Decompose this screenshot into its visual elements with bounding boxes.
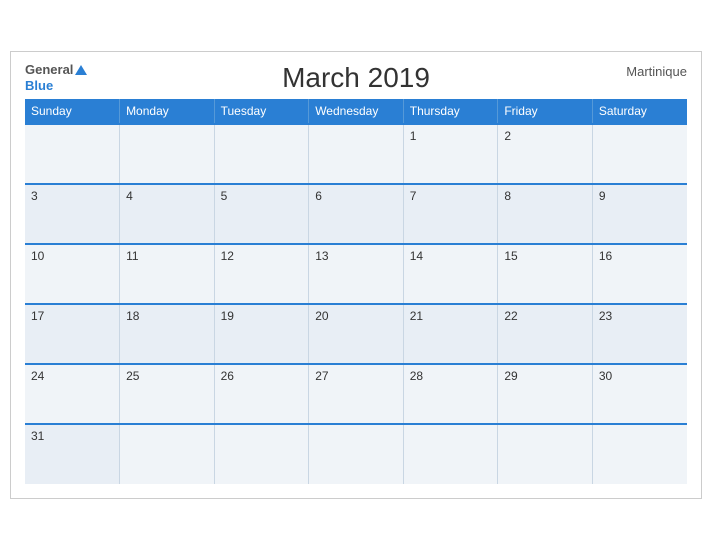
calendar-cell: 21	[403, 304, 498, 364]
calendar-cell: 12	[214, 244, 309, 304]
calendar-cell: 30	[592, 364, 687, 424]
calendar-cell	[498, 424, 593, 484]
calendar-week-row: 31	[25, 424, 687, 484]
calendar-cell	[309, 424, 404, 484]
calendar-grid: SundayMondayTuesdayWednesdayThursdayFrid…	[25, 99, 687, 484]
calendar-cell: 19	[214, 304, 309, 364]
calendar-cell	[120, 424, 215, 484]
weekday-header-sunday: Sunday	[25, 99, 120, 124]
weekday-header-row: SundayMondayTuesdayWednesdayThursdayFrid…	[25, 99, 687, 124]
day-number: 2	[504, 129, 511, 143]
calendar-cell: 13	[309, 244, 404, 304]
calendar-cell: 9	[592, 184, 687, 244]
calendar-cell: 14	[403, 244, 498, 304]
day-number: 14	[410, 249, 423, 263]
calendar-cell: 29	[498, 364, 593, 424]
calendar-cell: 17	[25, 304, 120, 364]
day-number: 26	[221, 369, 234, 383]
calendar-cell: 7	[403, 184, 498, 244]
day-number: 10	[31, 249, 44, 263]
calendar-cell: 3	[25, 184, 120, 244]
calendar-cell	[592, 424, 687, 484]
calendar-cell: 22	[498, 304, 593, 364]
day-number: 27	[315, 369, 328, 383]
weekday-header-saturday: Saturday	[592, 99, 687, 124]
calendar-cell: 8	[498, 184, 593, 244]
day-number: 17	[31, 309, 44, 323]
day-number: 6	[315, 189, 322, 203]
calendar-cell: 16	[592, 244, 687, 304]
calendar-cell	[309, 124, 404, 184]
calendar-week-row: 17 18 19 20 21 22 23	[25, 304, 687, 364]
calendar-cell: 18	[120, 304, 215, 364]
calendar-cell	[592, 124, 687, 184]
day-number: 28	[410, 369, 423, 383]
day-number: 8	[504, 189, 511, 203]
calendar-week-row: 12	[25, 124, 687, 184]
weekday-header-monday: Monday	[120, 99, 215, 124]
calendar-cell	[25, 124, 120, 184]
calendar-cell: 2	[498, 124, 593, 184]
day-number: 5	[221, 189, 228, 203]
region-label: Martinique	[626, 64, 687, 79]
brand-general: General	[25, 62, 87, 78]
calendar-cell: 15	[498, 244, 593, 304]
calendar-cell: 10	[25, 244, 120, 304]
day-number: 15	[504, 249, 517, 263]
day-number: 24	[31, 369, 44, 383]
calendar-cell: 5	[214, 184, 309, 244]
calendar-cell: 6	[309, 184, 404, 244]
calendar-cell	[120, 124, 215, 184]
day-number: 4	[126, 189, 133, 203]
brand-logo: General Blue	[25, 62, 87, 93]
day-number: 16	[599, 249, 612, 263]
calendar-cell: 31	[25, 424, 120, 484]
day-number: 21	[410, 309, 423, 323]
brand-triangle-icon	[75, 65, 87, 75]
calendar-header: General Blue March 2019 Martinique	[25, 62, 687, 93]
calendar-cell: 4	[120, 184, 215, 244]
calendar-week-row: 3 4 5 6 7 8 9	[25, 184, 687, 244]
calendar-container: General Blue March 2019 Martinique Sunda…	[10, 51, 702, 499]
day-number: 19	[221, 309, 234, 323]
day-number: 11	[126, 249, 138, 263]
weekday-header-thursday: Thursday	[403, 99, 498, 124]
calendar-cell: 23	[592, 304, 687, 364]
day-number: 22	[504, 309, 517, 323]
weekday-header-wednesday: Wednesday	[309, 99, 404, 124]
calendar-cell: 27	[309, 364, 404, 424]
day-number: 12	[221, 249, 234, 263]
brand-blue: Blue	[25, 78, 87, 94]
calendar-cell: 11	[120, 244, 215, 304]
calendar-cell: 20	[309, 304, 404, 364]
calendar-cell	[214, 124, 309, 184]
day-number: 1	[410, 129, 417, 143]
calendar-cell: 25	[120, 364, 215, 424]
day-number: 20	[315, 309, 328, 323]
calendar-cell: 1	[403, 124, 498, 184]
day-number: 29	[504, 369, 517, 383]
calendar-title: March 2019	[282, 62, 430, 94]
calendar-cell	[214, 424, 309, 484]
calendar-week-row: 10 11 12 13 14 15 16	[25, 244, 687, 304]
day-number: 25	[126, 369, 139, 383]
weekday-header-friday: Friday	[498, 99, 593, 124]
calendar-cell: 26	[214, 364, 309, 424]
calendar-cell: 24	[25, 364, 120, 424]
day-number: 9	[599, 189, 606, 203]
calendar-cell: 28	[403, 364, 498, 424]
calendar-cell	[403, 424, 498, 484]
day-number: 30	[599, 369, 612, 383]
day-number: 3	[31, 189, 38, 203]
day-number: 18	[126, 309, 139, 323]
weekday-header-tuesday: Tuesday	[214, 99, 309, 124]
day-number: 13	[315, 249, 328, 263]
day-number: 31	[31, 429, 44, 443]
day-number: 23	[599, 309, 612, 323]
day-number: 7	[410, 189, 417, 203]
calendar-week-row: 24 25 26 27 28 29 30	[25, 364, 687, 424]
